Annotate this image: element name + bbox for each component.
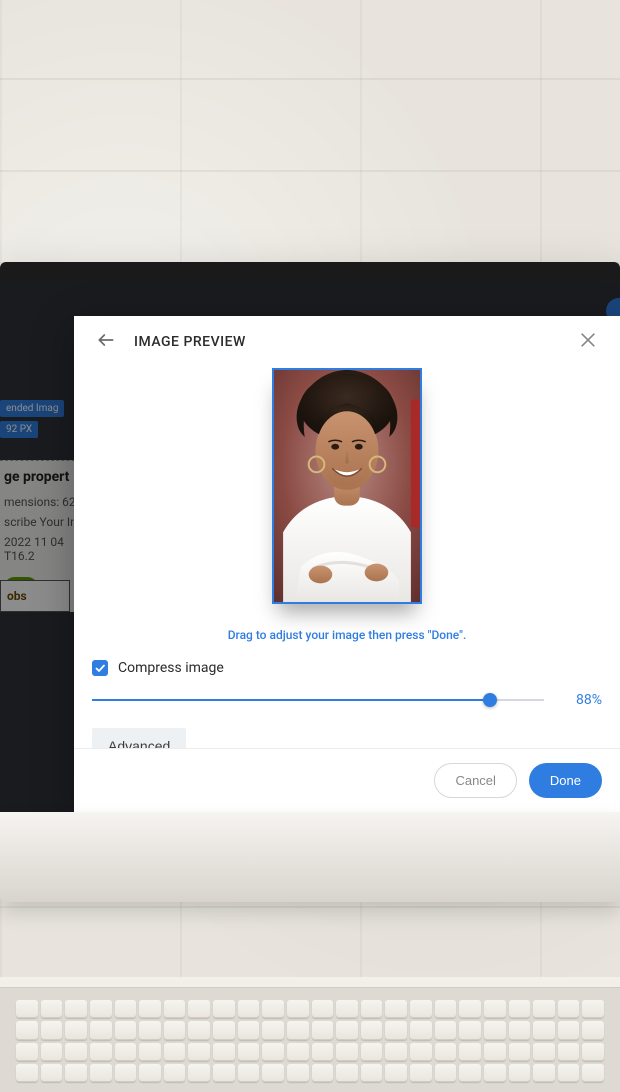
preview-photo[interactable] (274, 370, 420, 602)
drag-hint-text: Drag to adjust your image then press "Do… (92, 628, 602, 642)
modal-footer: Cancel Done (74, 748, 620, 812)
desk-surface (0, 977, 620, 1092)
keyboard (0, 987, 620, 1092)
back-arrow-icon[interactable] (92, 326, 120, 358)
compress-label: Compress image (118, 660, 224, 676)
image-crop-frame[interactable] (272, 368, 422, 604)
done-button[interactable]: Done (529, 763, 602, 798)
monitor: ended Imag 92 PX ge propert mensions: 62… (0, 262, 620, 902)
advanced-button[interactable]: Advanced (92, 728, 186, 748)
slider-value: 88% (560, 692, 602, 708)
close-icon[interactable] (574, 326, 602, 358)
cancel-button[interactable]: Cancel (434, 763, 516, 798)
jobs-tab-bg: obs (7, 589, 63, 603)
modal-title: IMAGE PREVIEW (134, 334, 246, 350)
compress-slider[interactable] (92, 690, 544, 710)
compress-checkbox[interactable] (92, 660, 108, 676)
modal-header: IMAGE PREVIEW (74, 316, 620, 368)
recommended-pill: ended Imag (0, 400, 64, 417)
screen: ended Imag 92 PX ge propert mensions: 62… (0, 280, 620, 812)
image-preview-modal: IMAGE PREVIEW (74, 316, 620, 812)
recommended-pill-line2: 92 PX (0, 421, 38, 438)
